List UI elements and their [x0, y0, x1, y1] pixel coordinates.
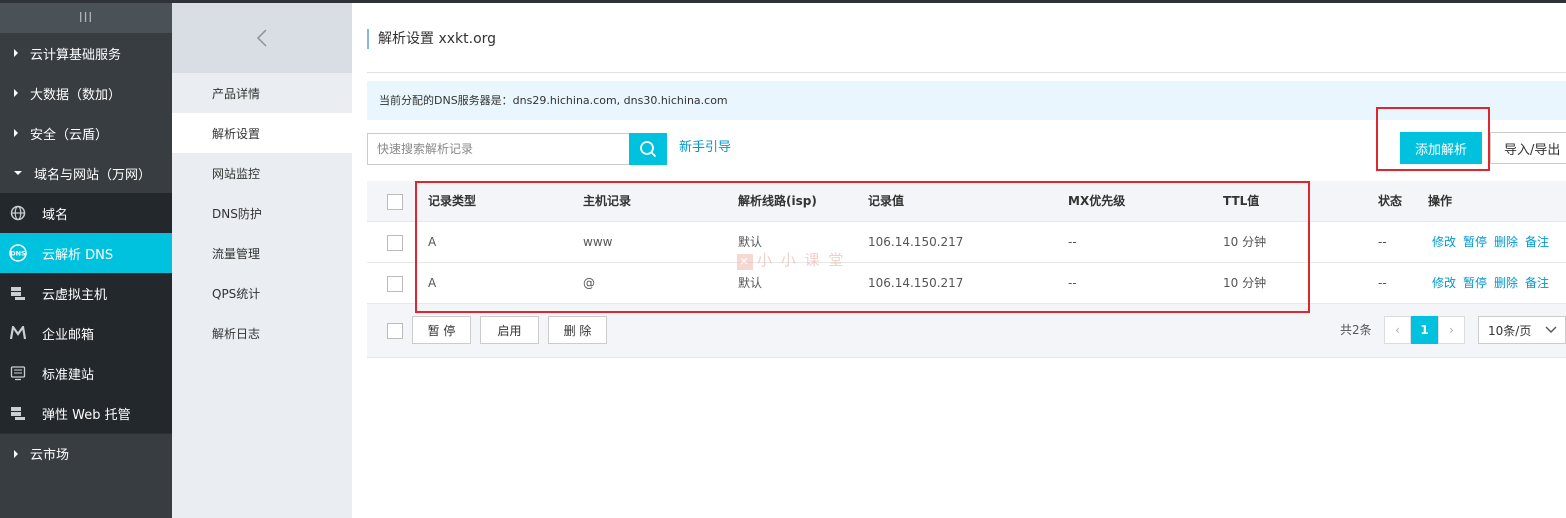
- sidebar-item-label: 云解析 DNS: [42, 247, 114, 263]
- subnav-item-log[interactable]: 解析日志: [172, 313, 352, 353]
- prev-page-button[interactable]: ‹: [1384, 316, 1411, 344]
- sidebar-group-label: 云计算基础服务: [30, 47, 122, 63]
- cell-status: --: [1378, 235, 1387, 249]
- collapse-back-button[interactable]: [172, 3, 352, 73]
- globe-icon: [8, 203, 28, 223]
- subnav-item-product[interactable]: 产品详情: [172, 73, 352, 113]
- sidebar-item-label: 标准建站: [42, 367, 95, 383]
- delete-link[interactable]: 删除: [1494, 276, 1518, 290]
- monitor-icon: [8, 363, 28, 383]
- row-checkbox[interactable]: [387, 276, 403, 292]
- chevron-left-icon: [256, 29, 267, 47]
- remark-link[interactable]: 备注: [1525, 276, 1549, 290]
- sidebar-group-label: 云市场: [30, 448, 70, 463]
- subnav-item-dns-settings[interactable]: 解析设置: [172, 113, 352, 153]
- sidebar-item-vhost[interactable]: 云虚拟主机: [0, 273, 172, 313]
- caret-right-icon: [14, 129, 18, 137]
- subnav-item-traffic[interactable]: 流量管理: [172, 233, 352, 273]
- caret-right-icon: [14, 449, 18, 458]
- dns-icon: DNS: [8, 243, 28, 263]
- main-sidebar: III 云计算基础服务 大数据（数加） 安全（云盾） 域名与网站（万网） 域名 …: [0, 3, 172, 518]
- caret-right-icon: [14, 49, 18, 57]
- row-checkbox[interactable]: [387, 235, 403, 251]
- remark-link[interactable]: 备注: [1525, 235, 1549, 249]
- mail-m-icon: [8, 323, 28, 343]
- main-content: 解析设置 xxkt.org 当前分配的DNS服务器是：dns29.hichina…: [352, 3, 1566, 518]
- page-1-button[interactable]: 1: [1411, 316, 1438, 344]
- cell-ops: 修改 暂停 删除 备注: [1432, 222, 1556, 263]
- title-divider: [367, 72, 1566, 73]
- sidebar-group-label: 安全（云盾）: [30, 127, 109, 143]
- sidebar-item-dns[interactable]: DNS 云解析 DNS: [0, 233, 172, 273]
- sidebar-item-domain[interactable]: 域名: [0, 193, 172, 233]
- sidebar-group-label: 大数据（数加）: [30, 87, 122, 103]
- delete-link[interactable]: 删除: [1494, 235, 1518, 249]
- caret-down-icon: [14, 171, 22, 175]
- footer-select-checkbox[interactable]: [387, 323, 403, 339]
- bulk-pause-button[interactable]: 暂 停: [412, 316, 471, 344]
- total-count: 共2条: [1340, 323, 1372, 337]
- sidebar-toggle[interactable]: III: [0, 3, 172, 33]
- sidebar-item-label: 域名: [42, 207, 69, 223]
- sidebar-group-cloud[interactable]: 云计算基础服务: [0, 33, 172, 73]
- subnav-item-qps[interactable]: QPS统计: [172, 273, 352, 313]
- search-input[interactable]: 快速搜索解析记录: [367, 133, 630, 165]
- sidebar-group-market[interactable]: 云市场: [0, 433, 172, 473]
- import-export-button[interactable]: 导入/导出: [1490, 132, 1566, 164]
- pause-link[interactable]: 暂停: [1463, 276, 1487, 290]
- server-icon: [8, 283, 28, 303]
- sidebar-item-webhost[interactable]: 弹性 Web 托管: [0, 393, 172, 433]
- secondary-nav: 产品详情 解析设置 网站监控 DNS防护 流量管理 QPS统计 解析日志: [172, 3, 352, 518]
- svg-text:DNS: DNS: [10, 250, 26, 258]
- subnav-item-monitor[interactable]: 网站监控: [172, 153, 352, 193]
- edit-link[interactable]: 修改: [1432, 276, 1456, 290]
- bulk-delete-button[interactable]: 删 除: [548, 316, 607, 344]
- sidebar-group-domain[interactable]: 域名与网站（万网）: [0, 153, 172, 193]
- subnav-item-dns-protect[interactable]: DNS防护: [172, 193, 352, 233]
- select-all-checkbox[interactable]: [387, 194, 403, 210]
- cell-ops: 修改 暂停 删除 备注: [1432, 263, 1556, 304]
- server-icon: [8, 403, 28, 423]
- search-icon: [640, 141, 657, 158]
- highlight-records-box: [415, 181, 1310, 313]
- sidebar-item-label: 企业邮箱: [42, 327, 95, 343]
- sidebar-item-site[interactable]: 标准建站: [0, 353, 172, 393]
- sidebar-group-security[interactable]: 安全（云盾）: [0, 113, 172, 153]
- header-status: 状态: [1378, 194, 1403, 208]
- chevron-down-icon: [1545, 326, 1557, 333]
- sidebar-group-label: 域名与网站（万网）: [34, 167, 152, 183]
- next-page-button[interactable]: ›: [1438, 316, 1465, 344]
- caret-right-icon: [14, 89, 18, 97]
- page-size-select[interactable]: 10条/页: [1478, 316, 1566, 344]
- page-title: 解析设置 xxkt.org: [367, 29, 496, 49]
- page-size-value: 10条/页: [1488, 323, 1532, 338]
- sidebar-group-bigdata[interactable]: 大数据（数加）: [0, 73, 172, 113]
- cell-status: --: [1378, 276, 1387, 290]
- sidebar-item-label: 云虚拟主机: [42, 287, 108, 303]
- beginner-guide-link[interactable]: 新手引导: [679, 138, 731, 158]
- sidebar-item-mail[interactable]: 企业邮箱: [0, 313, 172, 353]
- edit-link[interactable]: 修改: [1432, 235, 1456, 249]
- sidebar-item-label: 弹性 Web 托管: [42, 407, 131, 423]
- highlight-add-button-box: [1376, 107, 1490, 171]
- header-ops: 操作: [1428, 194, 1453, 208]
- pause-link[interactable]: 暂停: [1463, 235, 1487, 249]
- search-button[interactable]: [629, 133, 667, 165]
- bulk-enable-button[interactable]: 启用: [480, 316, 539, 344]
